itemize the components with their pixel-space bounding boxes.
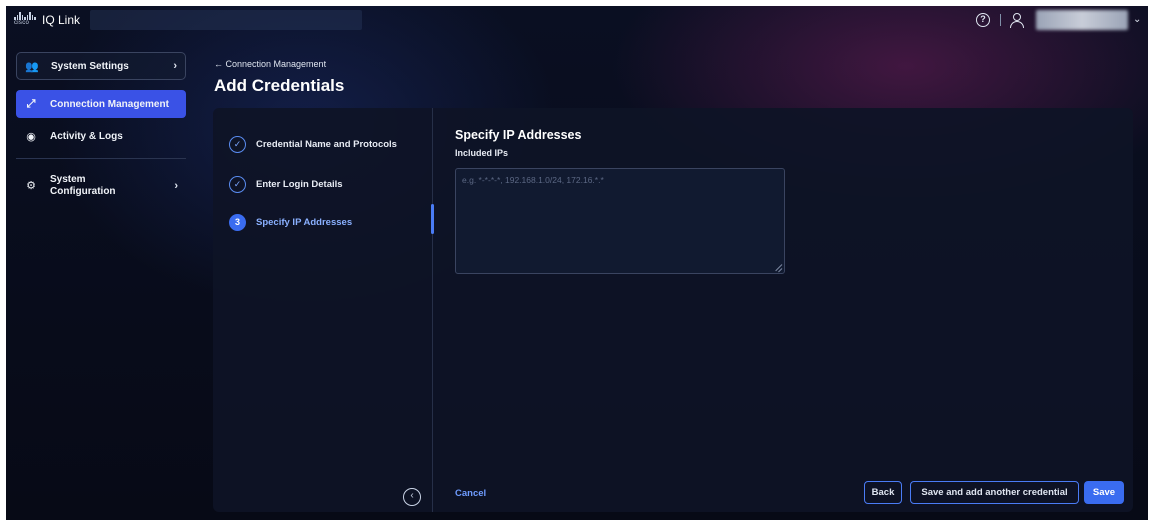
sidebar-item-system-configuration[interactable]: ⚙ System Configuration › bbox=[16, 166, 186, 206]
chevron-right-icon: › bbox=[173, 60, 177, 72]
sidebar-item-connection-management[interactable]: ⤢ Connection Management bbox=[16, 90, 186, 118]
sidebar-item-label: Activity & Logs bbox=[50, 130, 123, 142]
user-icon[interactable] bbox=[1010, 12, 1024, 28]
included-ips-label: Included IPs bbox=[455, 148, 509, 158]
sidebar-divider bbox=[16, 158, 186, 159]
chevron-right-icon: › bbox=[174, 180, 178, 192]
back-button[interactable]: Back bbox=[864, 481, 902, 504]
form-area: Specify IP Addresses Included IPs Cancel… bbox=[434, 108, 1133, 512]
resize-handle-icon[interactable] bbox=[773, 262, 783, 273]
topbar-divider bbox=[1000, 14, 1001, 26]
wizard-panel: ✓ Credential Name and Protocols ✓ Enter … bbox=[213, 108, 1133, 512]
sidebar-item-label: System bbox=[50, 174, 86, 185]
app-title: IQ Link bbox=[42, 13, 81, 27]
step-login-details[interactable]: ✓ Enter Login Details bbox=[229, 176, 343, 193]
users-gear-icon: 👥 bbox=[25, 60, 39, 73]
wizard-steps: ✓ Credential Name and Protocols ✓ Enter … bbox=[213, 108, 433, 512]
check-icon: ✓ bbox=[229, 136, 246, 153]
sidebar-item-activity-logs[interactable]: ◉ Activity & Logs bbox=[16, 122, 186, 150]
step-label: Specify IP Addresses bbox=[256, 217, 353, 228]
breadcrumb-back-link[interactable]: ← Connection Management bbox=[214, 59, 326, 69]
step-specify-ip[interactable]: 3 Specify IP Addresses bbox=[229, 214, 352, 231]
cisco-logo: cisco bbox=[14, 12, 36, 28]
sidebar-item-label: System Settings bbox=[51, 60, 129, 72]
sidebar-item-label: Configuration bbox=[50, 186, 116, 197]
activity-icon: ◉ bbox=[26, 130, 36, 143]
top-bar: cisco IQ Link ? ⌄ bbox=[6, 6, 1148, 34]
sidebar-item-system-settings[interactable]: 👥 System Settings › bbox=[16, 52, 186, 80]
step-credential-name[interactable]: ✓ Credential Name and Protocols bbox=[229, 136, 397, 153]
included-ips-input[interactable] bbox=[455, 168, 785, 274]
check-icon: ✓ bbox=[229, 176, 246, 193]
save-button[interactable]: Save bbox=[1084, 481, 1124, 504]
chevron-down-icon[interactable]: ⌄ bbox=[1133, 14, 1141, 25]
redacted-user-name[interactable] bbox=[1036, 10, 1128, 30]
section-title: Specify IP Addresses bbox=[455, 128, 582, 142]
sidebar-item-label: Connection Management bbox=[50, 98, 169, 110]
cancel-button[interactable]: Cancel bbox=[455, 488, 486, 499]
collapse-chevron-left-icon[interactable]: ‹ bbox=[403, 488, 421, 506]
step-label: Enter Login Details bbox=[256, 179, 343, 190]
page-title: Add Credentials bbox=[214, 76, 345, 95]
gear-icon: ⚙ bbox=[26, 180, 36, 192]
app-window: cisco IQ Link ? ⌄ 👥 System Settings › ⤢ … bbox=[6, 6, 1148, 520]
step-number-badge: 3 bbox=[229, 214, 246, 231]
connection-icon: ⤢ bbox=[26, 97, 36, 110]
step-label: Credential Name and Protocols bbox=[256, 139, 397, 150]
help-circle-icon[interactable]: ? bbox=[976, 13, 990, 27]
save-and-add-another-button[interactable]: Save and add another credential bbox=[910, 481, 1079, 504]
redacted-title-area bbox=[90, 10, 362, 30]
